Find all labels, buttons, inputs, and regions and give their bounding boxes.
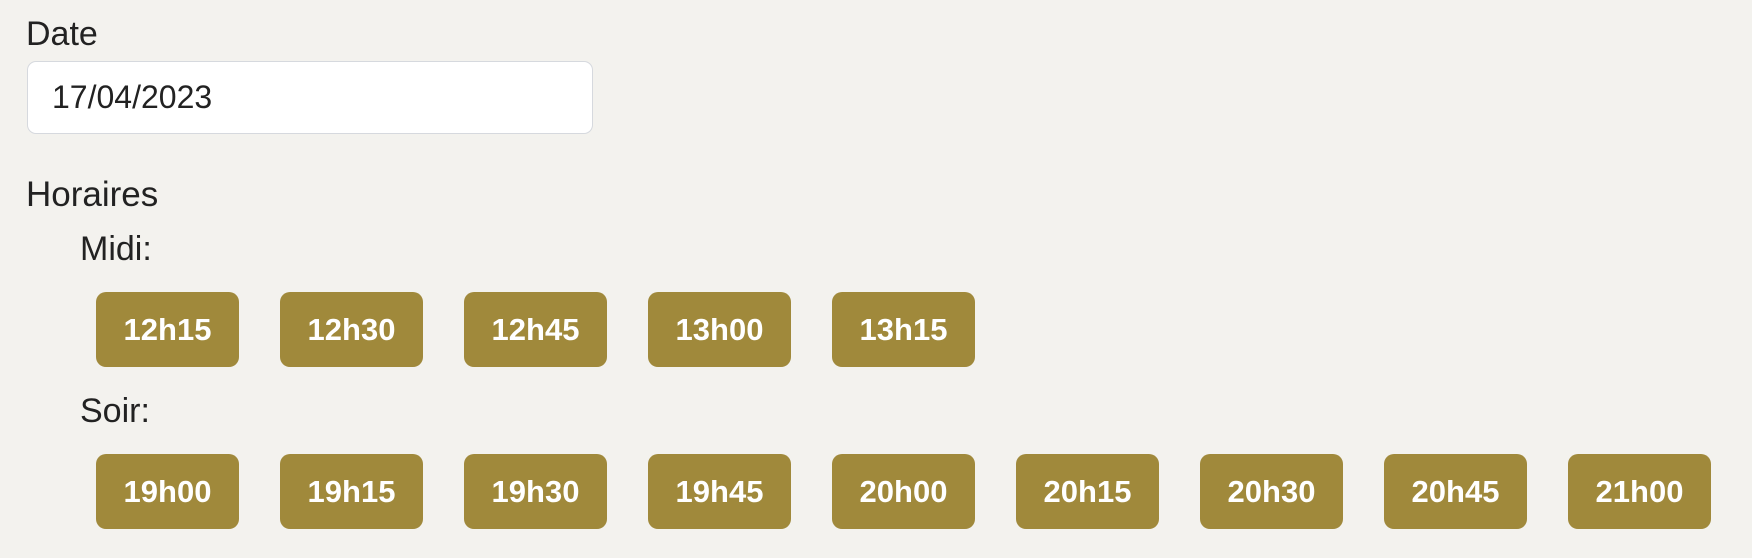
- time-slot-21h00[interactable]: 21h00: [1568, 454, 1711, 529]
- date-input[interactable]: [27, 61, 593, 134]
- horaires-label: Horaires: [26, 175, 159, 214]
- time-slot-19h15[interactable]: 19h15: [280, 454, 423, 529]
- time-slot-12h30[interactable]: 12h30: [280, 292, 423, 367]
- midi-slot-row: 12h15 12h30 12h45 13h00 13h15: [96, 292, 975, 367]
- time-slot-20h15[interactable]: 20h15: [1016, 454, 1159, 529]
- time-slot-19h30[interactable]: 19h30: [464, 454, 607, 529]
- time-slot-12h15[interactable]: 12h15: [96, 292, 239, 367]
- soir-label: Soir:: [80, 392, 150, 430]
- date-label: Date: [26, 15, 98, 53]
- time-slot-13h15[interactable]: 13h15: [832, 292, 975, 367]
- time-slot-19h00[interactable]: 19h00: [96, 454, 239, 529]
- time-slot-13h00[interactable]: 13h00: [648, 292, 791, 367]
- soir-slot-row: 19h00 19h15 19h30 19h45 20h00 20h15 20h3…: [96, 454, 1711, 529]
- time-slot-20h30[interactable]: 20h30: [1200, 454, 1343, 529]
- time-slot-20h00[interactable]: 20h00: [832, 454, 975, 529]
- midi-label: Midi:: [80, 230, 152, 268]
- time-slot-19h45[interactable]: 19h45: [648, 454, 791, 529]
- time-slot-12h45[interactable]: 12h45: [464, 292, 607, 367]
- time-slot-20h45[interactable]: 20h45: [1384, 454, 1527, 529]
